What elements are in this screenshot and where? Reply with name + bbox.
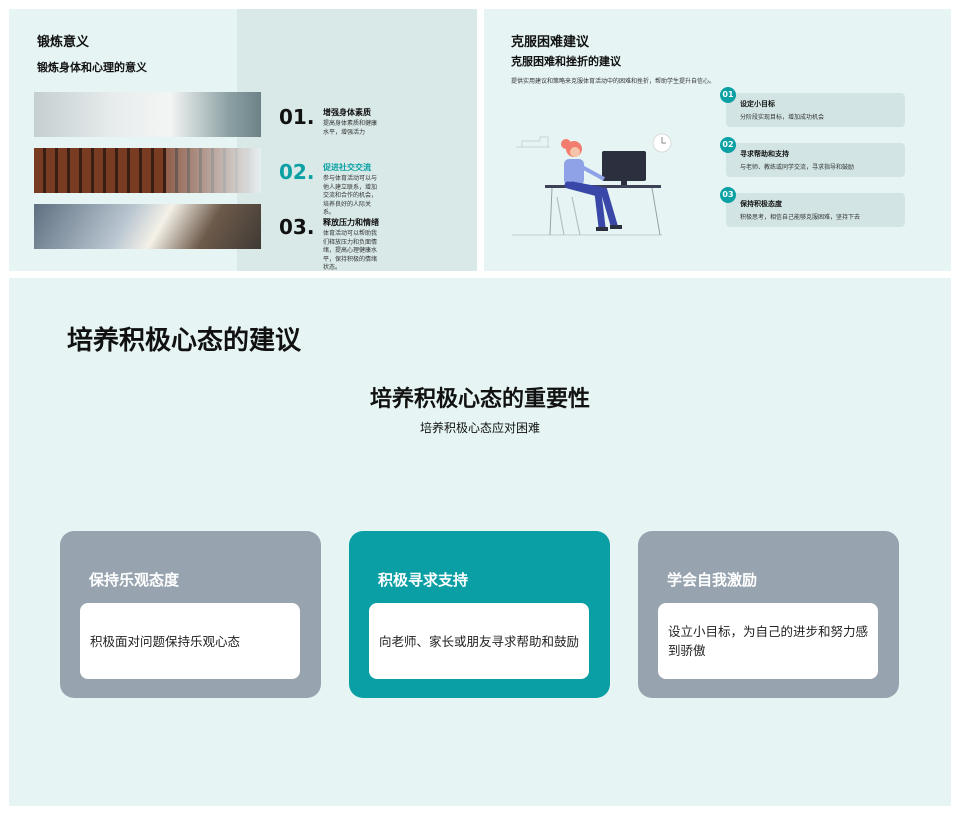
slide-subtitle: 锻炼身体和心理的意义 bbox=[37, 61, 147, 74]
advice-card: 保持乐观态度 积极面对问题保持乐观心态 bbox=[60, 531, 321, 698]
tip-description: 分阶段实现目标，增加成功机会 bbox=[740, 114, 825, 121]
cloud-icon bbox=[516, 136, 550, 148]
tip-title: 设定小目标 bbox=[740, 100, 775, 108]
item-title: 促进社交交流 bbox=[323, 163, 371, 172]
slide-title: 锻炼意义 bbox=[37, 35, 90, 50]
step-badge: 02 bbox=[720, 137, 736, 153]
tip-title: 寻求帮助和支持 bbox=[740, 150, 789, 158]
skyscraper-photo bbox=[34, 204, 261, 249]
item-title: 增强身体素质 bbox=[323, 108, 371, 117]
tip-card: 寻求帮助和支持 与老师、教练或同学交流，寻求指导和鼓励 bbox=[726, 143, 905, 177]
advice-card-body: 积极面对问题保持乐观心态 bbox=[80, 603, 300, 679]
advice-card-body: 设立小目标，为自己的进步和努力感到骄傲 bbox=[658, 603, 878, 679]
item-description: 体育活动可以帮助我们释放压力和负面情绪，提高心理健康水平，保持积极的情绪状态。 bbox=[323, 230, 378, 271]
building-facade-photo bbox=[34, 148, 261, 193]
item-number: 02. bbox=[279, 160, 315, 184]
tip-card: 设定小目标 分阶段实现目标，增加成功机会 bbox=[726, 93, 905, 127]
section-subheading: 培养积极心态应对困难 bbox=[419, 421, 540, 435]
advice-card-title: 学会自我激励 bbox=[667, 571, 758, 589]
tip-title: 保持积极态度 bbox=[740, 200, 782, 208]
tip-description: 与老师、教练或同学交流，寻求指导和鼓励 bbox=[740, 164, 855, 171]
slide-exercise-meaning: 锻炼意义 锻炼身体和心理的意义 01. 增强身体素质 提高身体素质和健康水平，增… bbox=[9, 9, 477, 271]
item-description: 提高身体素质和健康水平，增强活力 bbox=[323, 120, 378, 136]
advice-card-title: 保持乐观态度 bbox=[89, 571, 180, 589]
item-title: 释放压力和情绪 bbox=[323, 218, 379, 227]
advice-card-text: 设立小目标，为自己的进步和努力感到骄傲 bbox=[668, 624, 869, 658]
item-description: 参与体育活动可以与他人建立联系，增加交流和合作的机会，培养良好的人际关系。 bbox=[323, 175, 378, 216]
slide-positive-mindset: 培养积极心态的建议 培养积极心态的重要性 培养积极心态应对困难 保持乐观态度 积… bbox=[9, 278, 951, 806]
slide-title: 培养积极心态的建议 bbox=[67, 326, 302, 356]
advice-card: 学会自我激励 设立小目标，为自己的进步和努力感到骄傲 bbox=[638, 531, 899, 698]
item-number: 01. bbox=[279, 105, 315, 129]
clock-icon bbox=[652, 133, 672, 153]
person-at-desk-illustration bbox=[512, 133, 672, 236]
section-heading: 培养积极心态的重要性 bbox=[369, 387, 590, 412]
slide-subtitle: 克服困难和挫折的建议 bbox=[511, 55, 621, 68]
advice-card-title: 积极寻求支持 bbox=[378, 571, 469, 589]
advice-card-body: 向老师、家长或朋友寻求帮助和鼓励 bbox=[369, 603, 589, 679]
slide-overcome-difficulties: 克服困难建议 克服困难和挫折的建议 提供实用建议和策略来克服体育活动中的困难和挫… bbox=[484, 9, 951, 271]
step-badge: 03 bbox=[720, 187, 736, 203]
tip-description: 积极思考，相信自己能够克服困难，坚持下去 bbox=[740, 214, 861, 221]
advice-card-text: 向老师、家长或朋友寻求帮助和鼓励 bbox=[379, 633, 580, 649]
tip-card: 保持积极态度 积极思考，相信自己能够克服困难，坚持下去 bbox=[726, 193, 905, 227]
slide-title: 克服困难建议 bbox=[511, 35, 590, 50]
architecture-photo-1 bbox=[34, 92, 261, 137]
intro-text: 提供实用建议和策略来克服体育活动中的困难和挫折，帮助学生提升自信心。 bbox=[511, 78, 716, 85]
step-badge: 01 bbox=[720, 87, 736, 103]
advice-card-text: 积极面对问题保持乐观心态 bbox=[90, 633, 241, 649]
item-number: 03. bbox=[279, 215, 315, 239]
advice-card-highlighted: 积极寻求支持 向老师、家长或朋友寻求帮助和鼓励 bbox=[349, 531, 610, 698]
